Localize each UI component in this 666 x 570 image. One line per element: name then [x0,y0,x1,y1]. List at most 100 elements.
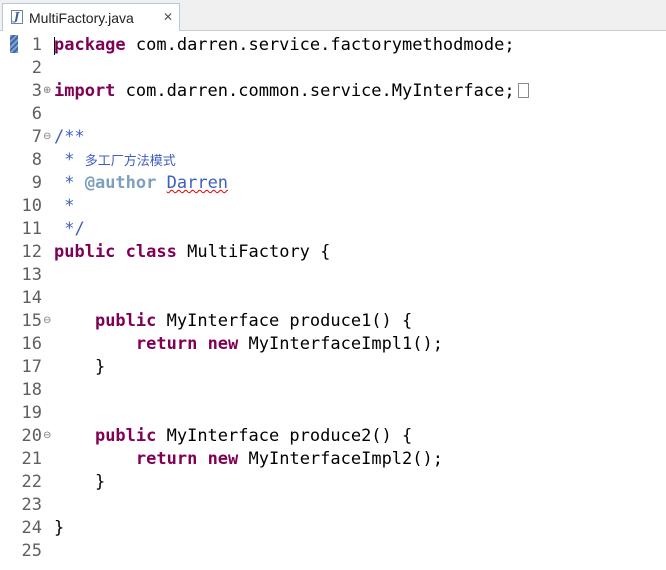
collapse-fold-icon[interactable]: ⊖ [43,315,51,327]
collapse-fold-icon[interactable]: ⊖ [43,430,51,442]
code-token: MultiFactory { [176,242,331,262]
code-token: return [135,334,198,354]
line-number: 6 [31,104,42,124]
code-line[interactable]: 2 [0,57,666,80]
code-text: * [54,195,74,218]
code-line[interactable]: 9 * @author Darren [0,172,666,195]
code-token: new [207,334,239,354]
code-token: com.darren.service.factorymethodmode; [125,35,515,55]
code-line[interactable]: 21 return new MyInterfaceImpl2(); [0,448,666,471]
code-line[interactable]: 14 [0,287,666,310]
code-token: import [54,81,116,101]
expand-fold-icon[interactable]: ⊕ [43,85,51,97]
code-token: } [54,357,106,377]
collapse-fold-icon[interactable]: ⊖ [43,131,51,143]
code-line[interactable]: 15 ⊖ public MyInterface produce1() { [0,310,666,333]
line-number: 10 [21,196,42,216]
line-number: 18 [21,380,42,400]
line-number: 24 [21,518,42,538]
code-line[interactable]: 17 } [0,356,666,379]
code-token: Darren [166,173,229,193]
code-token: public [94,426,157,446]
code-line[interactable]: 22 } [0,471,666,494]
code-line[interactable]: 23 [0,494,666,517]
code-token: /** [54,127,85,147]
tab-multifactory-java[interactable]: J MultiFactory.java ✕ [2,3,180,31]
code-line[interactable]: 10 * [0,195,666,218]
code-token: 多工厂方法模式 [84,154,176,169]
code-line[interactable]: 1 package com.darren.service.factorymetho… [0,34,666,57]
code-line[interactable]: 13 [0,264,666,287]
line-number: 7 [31,127,42,147]
line-number: 13 [21,265,42,285]
code-line[interactable]: 18 [0,379,666,402]
code-token: new [207,449,239,469]
code-line[interactable]: 12 public class MultiFactory { [0,241,666,264]
line-number: 23 [21,495,42,515]
line-number: 25 [21,541,42,561]
text-cursor [54,37,55,55]
code-line[interactable]: 11 */ [0,218,666,241]
code-text: * @author Darren [54,172,228,195]
code-line[interactable]: 3 ⊕ import com.darren.common.service.MyInt… [0,80,666,103]
code-text: return new MyInterfaceImpl2(); [54,448,443,471]
line-number: 22 [21,472,42,492]
line-number: 15 [21,311,42,331]
code-token: public [54,242,116,262]
code-line[interactable]: 7 ⊖/** [0,126,666,149]
code-line[interactable]: 19 [0,402,666,425]
code-text: public MyInterface produce1() { [54,310,412,333]
code-editor[interactable]: 1 package com.darren.service.factorymetho… [0,32,666,570]
line-number: 12 [21,242,42,262]
code-text: } [54,356,105,379]
close-icon[interactable]: ✕ [163,9,173,25]
line-number: 21 [21,449,42,469]
code-line[interactable]: 20 ⊖ public MyInterface produce2() { [0,425,666,448]
folded-imports-icon[interactable] [517,83,529,98]
code-token: public [94,311,157,331]
code-text: import com.darren.common.service.MyInter… [54,80,529,103]
code-text: } [54,471,105,494]
code-token: @author [84,173,157,193]
line-number: 16 [21,334,42,354]
code-line[interactable]: 24} [0,517,666,540]
editor-tab-bar: J MultiFactory.java ✕ [0,0,666,31]
code-text: /** [54,126,85,149]
code-line[interactable]: 6 [0,103,666,126]
line-number: 1 [31,35,42,55]
line-number: 11 [21,219,42,239]
line-number: 8 [31,150,42,170]
code-token: MyInterface produce2() { [156,426,413,446]
code-text: * 多工厂方法模式 [54,149,176,173]
code-token: MyInterfaceImpl2(); [238,449,443,469]
line-number: 9 [31,173,42,193]
line-number: 20 [21,426,42,446]
code-line[interactable]: 25 [0,540,666,563]
code-token: } [54,518,65,538]
code-token: */ [54,219,85,239]
code-line[interactable]: 8 * 多工厂方法模式 [0,149,666,172]
code-text: public class MultiFactory { [54,241,330,264]
line-number: 19 [21,403,42,423]
code-token: MyInterfaceImpl1(); [238,334,443,354]
code-text: return new MyInterfaceImpl1(); [54,333,443,356]
code-token: MyInterface produce1() { [156,311,413,331]
code-text: */ [54,218,85,241]
code-token: package [54,35,126,55]
code-token: * [54,173,85,193]
line-number: 3 [31,81,42,101]
code-token: return [135,449,198,469]
code-token: com.darren.common.service.MyInterface; [115,81,515,101]
code-text: } [54,517,64,540]
code-token: * [54,150,85,170]
code-token: class [125,242,177,262]
line-number: 14 [21,288,42,308]
code-line[interactable]: 16 return new MyInterfaceImpl1(); [0,333,666,356]
